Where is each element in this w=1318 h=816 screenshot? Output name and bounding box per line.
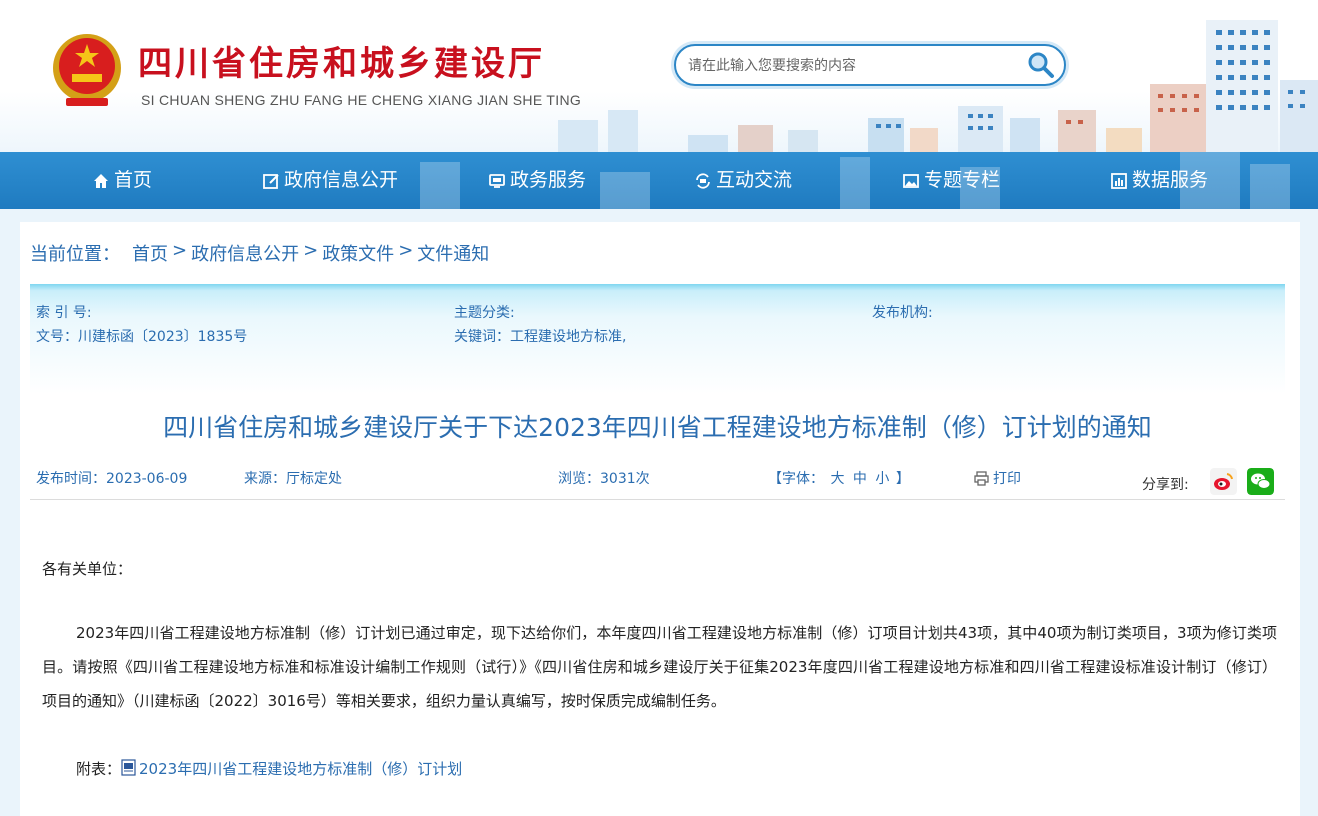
meta-topic: 主题分类: — [454, 305, 515, 321]
breadcrumb-notice[interactable]: 文件通知 — [417, 240, 489, 266]
exchange-icon — [696, 172, 710, 189]
view-count: 浏览：3031次 — [558, 471, 650, 487]
wechat-icon[interactable] — [1247, 468, 1274, 495]
nav-item-special[interactable]: 专题专栏 — [902, 152, 1000, 209]
font-medium-button[interactable]: 中 — [853, 471, 867, 487]
publish-time: 发布时间：2023-06-09 — [36, 471, 188, 487]
nav-label: 首页 — [114, 169, 153, 191]
site-header: 四川省住房和城乡建设厅 SI CHUAN SHENG ZHU FANG HE C… — [0, 0, 1318, 152]
image-icon — [903, 173, 919, 188]
share-label: 分享到: — [1142, 477, 1189, 493]
print-button[interactable]: 打印 — [974, 468, 1021, 488]
breadcrumb-label: 当前位置： — [30, 244, 120, 265]
attachment: 附表： 2023年四川省工程建设地方标准制（修）订计划 — [76, 752, 462, 786]
nav-label: 专题专栏 — [924, 169, 1001, 191]
font-label-close: 】 — [895, 471, 910, 487]
main-paragraph: 2023年四川省工程建设地方标准制（修）订计划已通过审定，现下达给你们，本年度四… — [42, 624, 1277, 710]
search-icon[interactable] — [1026, 50, 1056, 80]
document-meta: 索 引 号: 主题分类: 发布机构: 文号：川建标函〔2023〕1835号 关键… — [30, 284, 1285, 394]
weibo-icon[interactable] — [1210, 468, 1237, 495]
attachment-link[interactable]: 2023年四川省工程建设地方标准制（修）订计划 — [139, 752, 462, 786]
nav-label: 政府信息公开 — [284, 169, 399, 191]
nav-item-gov-info[interactable]: 政府信息公开 — [262, 152, 398, 209]
greeting: 各有关单位： — [42, 560, 133, 578]
monitor-icon — [489, 173, 505, 188]
nav-label: 政务服务 — [510, 169, 587, 191]
font-large-button[interactable]: 大 — [830, 471, 844, 487]
breadcrumb-separator: > — [398, 240, 414, 261]
search-input[interactable] — [688, 55, 1018, 77]
nav-item-gov-service[interactable]: 政务服务 — [488, 152, 586, 209]
meta-doc-no: 文号：川建标函〔2023〕1835号 — [36, 329, 248, 345]
breadcrumb-separator: > — [303, 240, 319, 261]
nav-item-interaction[interactable]: 互动交流 — [694, 152, 792, 209]
font-size-control: 【字体： 大 中 小 】 — [768, 468, 910, 488]
breadcrumb: 当前位置： 首页 > 政府信息公开 > 政策文件 > 文件通知 — [30, 240, 489, 266]
chart-icon — [1111, 172, 1127, 189]
search-box — [674, 44, 1066, 86]
national-emblem-icon — [53, 34, 121, 106]
breadcrumb-gov-info[interactable]: 政府信息公开 — [191, 240, 299, 266]
meta-index-no: 索 引 号: — [36, 305, 92, 321]
breadcrumb-home[interactable]: 首页 — [132, 240, 168, 266]
meta-keywords: 关键词：工程建设地方标准, — [454, 329, 627, 345]
document-source: 来源：厅标定处 — [244, 471, 342, 487]
site-title: 四川省住房和城乡建设厅 — [138, 44, 545, 84]
main-nav: 首页 政府信息公开 政务服务 互动交流 专题专栏 数据服务 — [0, 152, 1318, 209]
font-small-button[interactable]: 小 — [875, 471, 889, 487]
meta-publisher: 发布机构: — [872, 305, 933, 321]
nav-label: 互动交流 — [716, 169, 793, 191]
breadcrumb-separator: > — [172, 240, 188, 261]
print-label: 打印 — [993, 471, 1021, 487]
edit-icon — [263, 173, 279, 189]
content-panel: 当前位置： 首页 > 政府信息公开 > 政策文件 > 文件通知 索 引 号: 主… — [20, 222, 1300, 816]
nav-item-home[interactable]: 首页 — [92, 152, 152, 209]
word-document-icon — [121, 758, 136, 776]
breadcrumb-policy[interactable]: 政策文件 — [322, 240, 394, 266]
document-info-bar: 发布时间：2023-06-09 来源：厅标定处 浏览：3031次 【字体： 大 … — [30, 462, 1285, 500]
document-title: 四川省住房和城乡建设厅关于下达2023年四川省工程建设地方标准制（修）订计划的通… — [163, 413, 1152, 442]
site-subtitle: SI CHUAN SHENG ZHU FANG HE CHENG XIANG J… — [141, 92, 582, 108]
font-label-open: 【字体： — [768, 471, 824, 487]
nav-label: 数据服务 — [1132, 169, 1209, 191]
attachment-label: 附表： — [76, 760, 122, 778]
home-icon — [94, 173, 108, 188]
nav-item-data-service[interactable]: 数据服务 — [1110, 152, 1208, 209]
printer-icon — [974, 470, 989, 486]
